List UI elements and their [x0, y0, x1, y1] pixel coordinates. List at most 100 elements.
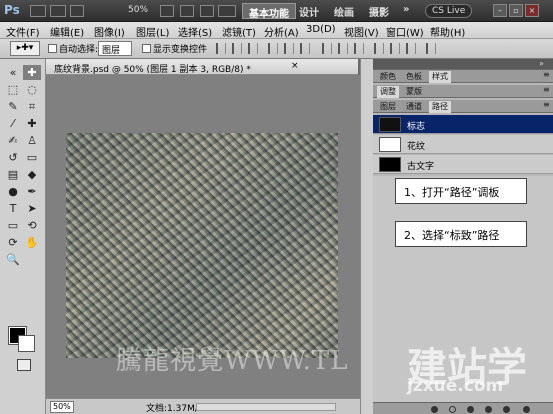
- align-horizontal-center-icon[interactable]: [284, 43, 294, 54]
- 3d-orbit-tool-icon[interactable]: ⟳: [4, 235, 22, 250]
- menu-layer[interactable]: 图层(L): [136, 24, 169, 39]
- stroke-path-icon[interactable]: [449, 406, 456, 413]
- restore-button[interactable]: ▫: [509, 4, 523, 17]
- move-tool-icon[interactable]: ✚: [23, 65, 41, 80]
- shape-tool-icon[interactable]: ▭: [4, 218, 22, 233]
- marquee-tool-icon[interactable]: ⬚: [4, 82, 22, 97]
- quick-mask-icon[interactable]: [17, 359, 31, 371]
- clone-stamp-tool-icon[interactable]: ♙: [23, 133, 41, 148]
- workspace-essentials-button[interactable]: 基本功能: [242, 3, 296, 20]
- type-tool-icon[interactable]: T: [4, 201, 22, 216]
- auto-align-icon[interactable]: [426, 43, 436, 54]
- menu-view[interactable]: 视图(V): [344, 24, 379, 39]
- close-document-icon[interactable]: ×: [291, 61, 299, 71]
- gradient-tool-icon[interactable]: ▤: [4, 167, 22, 182]
- brush-tool-icon[interactable]: ✍: [4, 133, 22, 148]
- menu-3d[interactable]: 3D(D): [306, 24, 336, 35]
- ps-logo: Ps: [4, 3, 20, 17]
- eyedropper-tool-icon[interactable]: ⁄: [4, 116, 22, 131]
- vertical-scrollbar[interactable]: [360, 59, 373, 414]
- distribute-top-icon[interactable]: [322, 43, 332, 54]
- path-select-tool-icon[interactable]: ➤: [23, 201, 41, 216]
- crop-tool-icon[interactable]: ⌗: [23, 99, 41, 114]
- tab-masks[interactable]: 蒙版: [403, 86, 425, 98]
- distribute-hcenter-icon[interactable]: [390, 43, 400, 54]
- workspace-design-button[interactable]: 设计: [293, 3, 325, 19]
- fill-path-icon[interactable]: [431, 406, 438, 413]
- menu-select[interactable]: 选择(S): [178, 24, 212, 39]
- align-vertical-center-icon[interactable]: [232, 43, 242, 54]
- load-selection-icon[interactable]: [467, 406, 474, 413]
- menu-image[interactable]: 图像(I): [94, 24, 125, 39]
- rotate-view-icon[interactable]: [200, 5, 214, 17]
- lasso-tool-icon[interactable]: ◌: [23, 82, 41, 97]
- tab-styles[interactable]: 样式: [429, 71, 451, 83]
- path-row-logo[interactable]: 标志: [373, 115, 553, 134]
- menu-edit[interactable]: 编辑(E): [50, 24, 84, 39]
- panel-menu-icon[interactable]: ≡: [543, 100, 550, 109]
- workspace-painting-button[interactable]: 绘画: [328, 3, 360, 19]
- blur-tool-icon[interactable]: ◆: [23, 167, 41, 182]
- panel-menu-icon[interactable]: ≡: [543, 85, 550, 94]
- distribute-bottom-icon[interactable]: [354, 43, 364, 54]
- eraser-tool-icon[interactable]: ▭: [23, 150, 41, 165]
- path-row-ancient-text[interactable]: 古文字: [373, 155, 553, 174]
- align-right-icon[interactable]: [300, 43, 310, 54]
- tab-layers[interactable]: 图层: [377, 101, 399, 113]
- minimize-button[interactable]: –: [493, 4, 507, 17]
- guides-icon[interactable]: [70, 5, 84, 17]
- path-row-pattern[interactable]: 花纹: [373, 135, 553, 154]
- distribute-left-icon[interactable]: [374, 43, 384, 54]
- arrange-documents-icon[interactable]: [218, 5, 236, 17]
- delete-path-icon[interactable]: [523, 406, 530, 413]
- horizontal-scrollbar[interactable]: [196, 403, 336, 411]
- ancient-script-texture-image: [66, 133, 338, 358]
- 3d-rotate-tool-icon[interactable]: ⟲: [23, 218, 41, 233]
- tab-color[interactable]: 颜色: [377, 71, 399, 83]
- hand-tool-icon[interactable]: ✋: [23, 235, 41, 250]
- align-top-icon[interactable]: [216, 43, 226, 54]
- background-color-swatch[interactable]: [18, 335, 35, 352]
- cs-live-button[interactable]: CS Live: [425, 4, 473, 18]
- distribute-center-icon[interactable]: [338, 43, 348, 54]
- auto-select-dropdown[interactable]: 图层: [98, 41, 132, 56]
- tab-adjustments[interactable]: 调整: [377, 86, 399, 98]
- bridge-icon[interactable]: [30, 5, 46, 17]
- make-work-path-icon[interactable]: [485, 406, 492, 413]
- path-name: 花纹: [407, 142, 426, 152]
- panel-menu-icon[interactable]: ≡: [543, 70, 550, 79]
- tab-paths[interactable]: 路径: [429, 101, 451, 113]
- zoom-level-dropdown[interactable]: 50%: [128, 5, 148, 15]
- show-transform-checkbox[interactable]: [142, 44, 151, 53]
- more-workspaces-button[interactable]: »: [397, 3, 415, 19]
- spot-healing-tool-icon[interactable]: ✚: [23, 116, 41, 131]
- toolbox-collapse-icon[interactable]: «: [4, 65, 22, 80]
- pen-tool-icon[interactable]: ✒: [23, 184, 41, 199]
- menu-filter[interactable]: 滤镜(T): [222, 24, 256, 39]
- dodge-tool-icon[interactable]: ●: [4, 184, 22, 199]
- menu-help[interactable]: 帮助(H): [430, 24, 465, 39]
- menu-file[interactable]: 文件(F): [6, 24, 40, 39]
- workspace-photography-button[interactable]: 摄影: [363, 3, 395, 19]
- hand-tool-icon[interactable]: [160, 5, 174, 17]
- zoom-field[interactable]: 50%: [50, 401, 74, 413]
- quick-select-tool-icon[interactable]: ✎: [4, 99, 22, 114]
- zoom-tool-icon[interactable]: [180, 5, 194, 17]
- tab-swatches[interactable]: 色板: [403, 71, 425, 83]
- document-tab[interactable]: 底纹背景.psd @ 50% (图层 1 副本 3, RGB/8) * ×: [46, 59, 358, 75]
- history-brush-tool-icon[interactable]: ↺: [4, 150, 22, 165]
- align-left-icon[interactable]: [268, 43, 278, 54]
- canvas-area[interactable]: 騰龍視覺WWW.TL: [46, 75, 360, 398]
- new-path-icon[interactable]: [503, 406, 510, 413]
- collapse-panels-icon[interactable]: »: [539, 59, 544, 68]
- distribute-right-icon[interactable]: [406, 43, 416, 54]
- align-bottom-icon[interactable]: [248, 43, 258, 54]
- menu-analysis[interactable]: 分析(A): [264, 24, 299, 39]
- tool-preset-picker[interactable]: ▸✚▾: [10, 41, 40, 56]
- mini-bridge-icon[interactable]: [50, 5, 66, 17]
- zoom-tool-icon[interactable]: 🔍: [4, 252, 22, 267]
- tab-channels[interactable]: 通道: [403, 101, 425, 113]
- menu-window[interactable]: 窗口(W): [386, 24, 424, 39]
- auto-select-checkbox[interactable]: [48, 44, 57, 53]
- close-button[interactable]: ×: [525, 4, 539, 17]
